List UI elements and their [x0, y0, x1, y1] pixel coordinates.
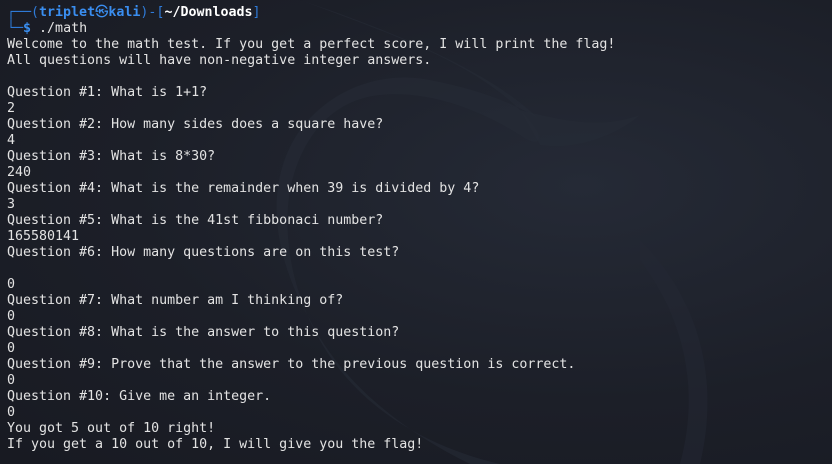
output-line: 0	[7, 405, 16, 420]
output-line: All questions will have non-negative int…	[7, 53, 432, 68]
output-line: Question #6: How many questions are on t…	[7, 245, 400, 260]
output-line: If you get a 10 out of 10, I will give y…	[7, 437, 424, 452]
output-line: 4	[7, 133, 16, 148]
terminal-output: Welcome to the math test. If you get a p…	[7, 37, 832, 453]
output-line: 240	[7, 165, 32, 180]
prompt-path: ~/Downloads	[164, 5, 253, 20]
output-line: Question #3: What is 8*30?	[7, 149, 216, 164]
prompt-user: triplet	[39, 5, 96, 20]
output-line: Question #9: Prove that the answer to th…	[7, 357, 576, 372]
prompt-line-2: └─$ ./math	[7, 21, 88, 36]
output-line: Welcome to the math test. If you get a p…	[7, 37, 616, 52]
output-line: 0	[7, 309, 16, 324]
skull-icon: ㉿	[95, 5, 109, 20]
output-line: Question #5: What is the 41st fibbonaci …	[7, 213, 384, 228]
output-line: 0	[7, 373, 16, 388]
terminal-window[interactable]: ┌──(triplet㉿kali)-[~/Downloads] └─$ ./ma…	[0, 0, 832, 464]
output-line: Question #8: What is the answer to this …	[7, 325, 400, 340]
output-line: Question #10: Give me an integer.	[7, 389, 272, 404]
output-line: Question #7: What number am I thinking o…	[7, 293, 344, 308]
output-line: Question #2: How many sides does a squar…	[7, 117, 384, 132]
output-line: Question #1: What is 1+1?	[7, 85, 208, 100]
output-line: You got 5 out of 10 right!	[7, 421, 216, 436]
output-line: 2	[7, 101, 16, 116]
output-line: 3	[7, 197, 16, 212]
output-line: 0	[7, 277, 16, 292]
terminal-content: ┌──(triplet㉿kali)-[~/Downloads] └─$ ./ma…	[7, 5, 832, 453]
output-line: 0	[7, 341, 16, 356]
prompt-line-1: ┌──(triplet㉿kali)-[~/Downloads]	[7, 5, 261, 20]
prompt-symbol: $	[23, 21, 32, 36]
prompt-host: kali	[108, 5, 141, 20]
output-line: 165580141	[7, 229, 80, 244]
output-line: Question #4: What is the remainder when …	[7, 181, 480, 196]
command-text: ./math	[39, 21, 88, 36]
